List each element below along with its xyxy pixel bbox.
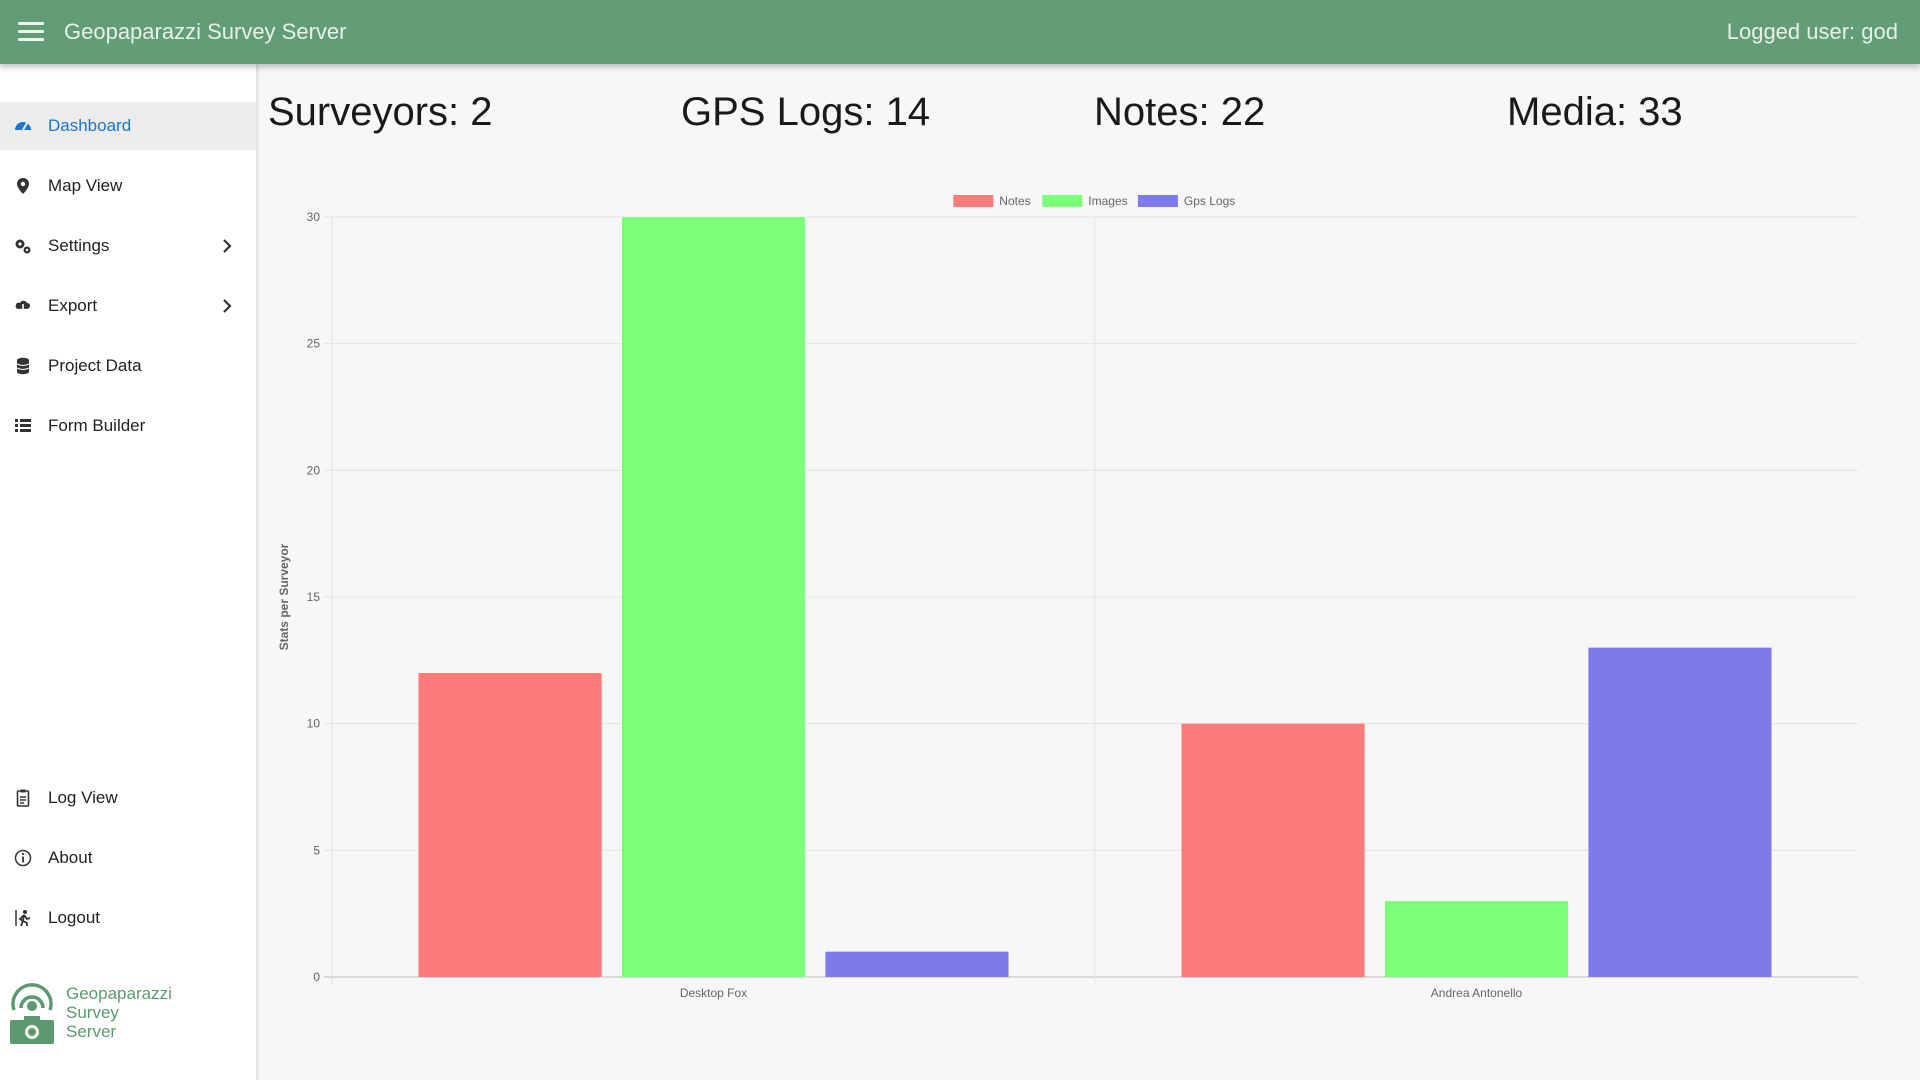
hamburger-menu-icon[interactable] (18, 20, 46, 44)
sidebar-item-label: Settings (48, 236, 110, 255)
sidebar-item-map-view[interactable]: Map View (0, 162, 256, 210)
bar-gps-logs (1588, 647, 1772, 977)
stats-bar-chart: 0 5 10 15 20 25 30 Desktop Fox Andrea Antonello S… (277, 194, 1858, 1000)
stat-media: Media: 33 (1507, 90, 1683, 135)
stat-label: GPS Logs: (681, 90, 886, 134)
legend-swatch (1042, 195, 1083, 207)
y-tick-label: 30 (307, 210, 321, 224)
brand-line: Survey (66, 1003, 119, 1022)
stat-label: Surveyors: (268, 90, 471, 134)
sidebar-item-project-data[interactable]: Project Data (0, 342, 256, 390)
export-icon (14, 297, 32, 315)
stat-label: Media: (1507, 90, 1639, 134)
map-pin-icon (14, 177, 32, 195)
legend-label: Gps Logs (1184, 194, 1235, 208)
brand-logo: Geopaparazzi Survey Server (8, 978, 248, 1058)
bar-notes (1181, 723, 1365, 977)
stat-surveyors: Surveyors: 2 (268, 90, 493, 135)
sidebar-item-label: Logout (48, 908, 100, 927)
chevron-right-icon (223, 299, 232, 313)
app-title: Geopaparazzi Survey Server (64, 19, 347, 44)
stat-value: 33 (1638, 90, 1683, 134)
log-icon (14, 789, 32, 807)
sidebar-item-label: About (48, 848, 93, 867)
stat-notes: Notes: 22 (1094, 90, 1265, 135)
sidebar: Dashboard Map View Settings Export Proje… (0, 64, 256, 1080)
brand-text: Geopaparazzi Survey Server (66, 984, 172, 1041)
y-axis-title: Stats per Surveyor (277, 543, 291, 650)
sidebar-item-export[interactable]: Export (0, 282, 256, 330)
legend-label: Images (1088, 194, 1127, 208)
y-tick-label: 10 (307, 717, 321, 731)
y-tick-label: 0 (313, 970, 320, 984)
stat-gps-logs: GPS Logs: 14 (681, 90, 930, 135)
list-icon (14, 417, 32, 435)
legend-swatch (1137, 195, 1178, 207)
sidebar-item-dashboard[interactable]: Dashboard (0, 102, 256, 150)
sidebar-item-about[interactable]: About (0, 834, 256, 882)
stat-value: 14 (885, 90, 931, 134)
bar-notes (418, 673, 602, 977)
y-tick-label: 20 (307, 463, 321, 477)
brand-line: Geopaparazzi (66, 984, 172, 1003)
sidebar-item-label: Map View (48, 176, 123, 195)
sidebar-item-settings[interactable]: Settings (0, 222, 256, 270)
info-icon (14, 849, 32, 867)
x-tick-label: Andrea Antonello (1431, 986, 1523, 1000)
dashboard-icon (14, 117, 32, 135)
chevron-right-icon (223, 239, 232, 253)
stat-label: Notes: (1094, 90, 1221, 134)
gears-icon (14, 237, 32, 255)
legend-swatch (953, 195, 994, 207)
x-tick-label: Desktop Fox (680, 986, 747, 1000)
sidebar-item-logout[interactable]: Logout (0, 894, 256, 942)
stat-value: 2 (470, 90, 493, 134)
sidebar-item-form-builder[interactable]: Form Builder (0, 402, 256, 450)
sidebar-item-label: Dashboard (48, 116, 132, 135)
sidebar-item-label: Log View (48, 788, 118, 807)
bar-images (1384, 901, 1569, 977)
top-app-bar: Geopaparazzi Survey Server Logged user: … (0, 0, 1920, 64)
bar-images (621, 217, 806, 977)
y-tick-label: 5 (313, 843, 320, 857)
sidebar-item-log-view[interactable]: Log View (0, 774, 256, 822)
stat-value: 22 (1220, 90, 1266, 134)
brand-line: Server (66, 1022, 117, 1041)
sidebar-item-label: Form Builder (48, 416, 146, 435)
y-tick-label: 15 (307, 590, 321, 604)
bar-gps-logs (825, 951, 1009, 977)
logout-icon (14, 909, 32, 927)
y-tick-label: 25 (307, 337, 321, 351)
sidebar-item-label: Export (48, 296, 98, 315)
app-root: Geopaparazzi Survey Server Logged user: … (0, 0, 1920, 1080)
geopaparazzi-logo-icon (10, 983, 54, 1044)
legend-label: Notes (999, 194, 1030, 208)
database-icon (14, 357, 32, 375)
sidebar-item-label: Project Data (48, 356, 142, 375)
logged-user-label: Logged user: god (1726, 19, 1898, 44)
